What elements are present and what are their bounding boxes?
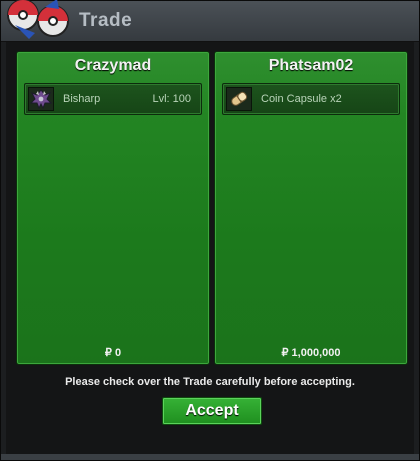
trade-item-row[interactable]: Coin Capsule x2 bbox=[222, 83, 400, 115]
title-bar[interactable]: Trade bbox=[1, 0, 419, 42]
trade-content: Crazymad Bisharp Lvl: 100 ₽ 0 Phatsam02 bbox=[6, 42, 414, 456]
window-bottom-edge bbox=[1, 454, 419, 460]
item-level: Lvl: 100 bbox=[152, 93, 191, 105]
item-name: Bisharp bbox=[63, 93, 101, 105]
window-title: Trade bbox=[79, 10, 133, 31]
trade-window: Trade Crazymad Bisharp Lvl: 100 ₽ 0 Phat… bbox=[0, 0, 420, 461]
player-name-right: Phatsam02 bbox=[268, 57, 354, 74]
item-name: Coin Capsule x2 bbox=[261, 93, 342, 105]
pokeball-logo-icon bbox=[7, 0, 69, 39]
money-offer-left: ₽ 0 bbox=[104, 347, 122, 359]
accept-button[interactable]: Accept bbox=[162, 397, 262, 425]
player-name-left: Crazymad bbox=[74, 57, 152, 74]
trade-item-row[interactable]: Bisharp Lvl: 100 bbox=[24, 83, 202, 115]
trade-panel-left: Crazymad Bisharp Lvl: 100 ₽ 0 bbox=[16, 51, 210, 365]
bisharp-sprite-icon bbox=[28, 87, 54, 111]
coin-capsule-icon bbox=[226, 87, 252, 111]
money-offer-right: ₽ 1,000,000 bbox=[281, 347, 341, 359]
trade-panel-right: Phatsam02 Coin Capsule x2 ₽ 1,000,000 bbox=[214, 51, 408, 365]
trade-notice: Please check over the Trade carefully be… bbox=[65, 376, 355, 388]
